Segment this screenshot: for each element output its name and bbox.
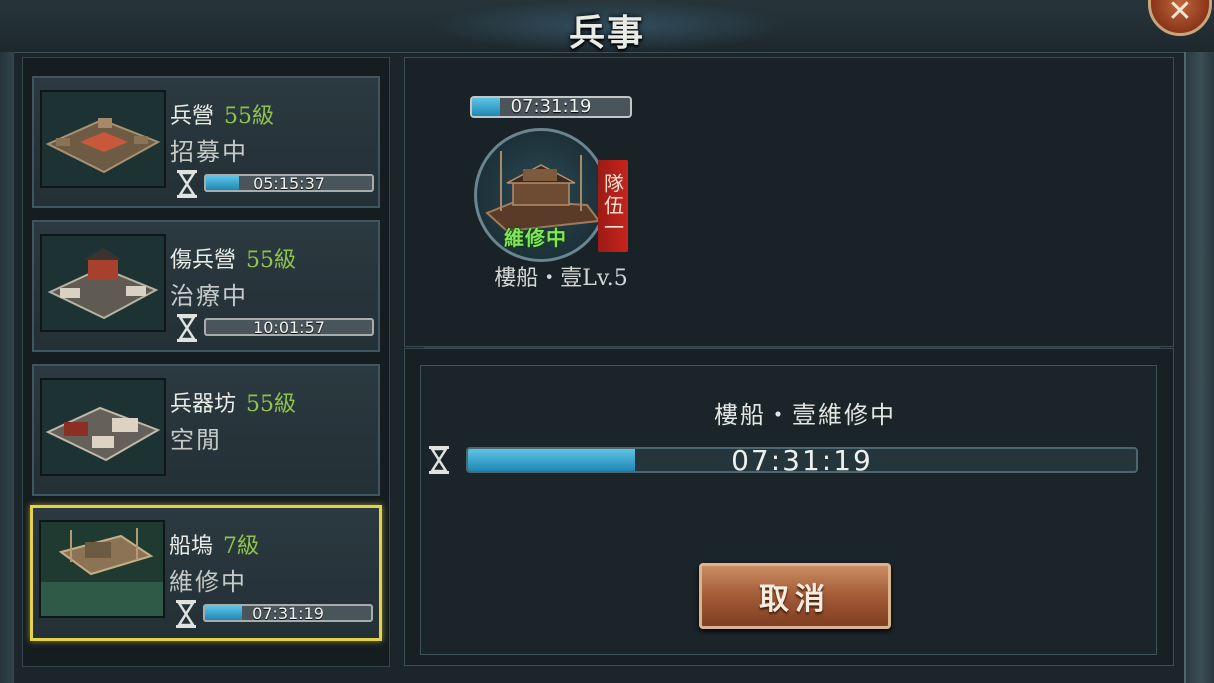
building-name-row: 船塢 7級: [169, 528, 259, 560]
page-title: 兵事: [568, 12, 645, 54]
building-level: 55級: [246, 248, 297, 273]
team-tag: 隊伍一: [598, 160, 628, 252]
building-progress-bar: 10:01:57: [204, 318, 374, 336]
building-status: 招募中: [170, 138, 248, 166]
building-level: 55級: [224, 104, 275, 129]
hourglass-icon: [177, 314, 197, 342]
building-progress-bar: 07:31:19: [203, 604, 373, 622]
building-name-row: 傷兵營 55級: [170, 242, 296, 274]
cancel-button[interactable]: 取消: [699, 563, 891, 629]
building-item-dock[interactable]: 船塢 7級 維修中 07:31:19: [30, 505, 382, 641]
building-item-infirmary[interactable]: 傷兵營 55級 治療中 10:01:57: [32, 220, 380, 352]
detail-timer: 07:31:19: [731, 444, 873, 477]
building-name: 兵器坊: [170, 392, 237, 417]
detail-title: 樓船・壹維修中: [714, 401, 896, 429]
progress-timer: 07:31:19: [252, 604, 324, 622]
building-status: 空閒: [170, 426, 222, 454]
building-name: 傷兵營: [170, 248, 237, 273]
building-progress-bar: 05:15:37: [204, 174, 374, 192]
building-name-row: 兵器坊 55級: [170, 386, 296, 418]
ship-timer: 07:31:19: [510, 96, 592, 117]
frame-left-edge: [0, 52, 14, 683]
ship-progress-bar: 07:31:19: [470, 96, 632, 118]
dock-thumbnail: [39, 520, 165, 618]
ship-name: 樓船・壹Lv.5: [494, 266, 628, 291]
infirmary-thumbnail: [40, 234, 166, 332]
hourglass-icon: [429, 446, 449, 474]
progress-timer: 10:01:57: [253, 318, 325, 336]
hourglass-icon: [176, 600, 196, 628]
repair-status-label: 維修中: [504, 226, 567, 250]
armory-thumbnail: [40, 378, 166, 476]
building-item-armory[interactable]: 兵器坊 55級 空閒: [32, 364, 380, 496]
building-status: 治療中: [170, 282, 248, 310]
building-item-barracks[interactable]: 兵營 55級 招募中 05:15:37: [32, 76, 380, 208]
building-name-row: 兵營 55級: [170, 98, 274, 130]
hourglass-icon: [177, 170, 197, 198]
barracks-thumbnail: [40, 90, 166, 188]
building-level: 55級: [246, 392, 297, 417]
building-name: 船塢: [169, 534, 214, 559]
progress-timer: 05:15:37: [253, 174, 325, 192]
building-status: 維修中: [169, 568, 247, 596]
frame-right-edge: [1184, 52, 1214, 683]
building-name: 兵營: [170, 104, 215, 129]
close-icon: ✕: [1167, 0, 1193, 29]
building-level: 7級: [223, 534, 260, 559]
